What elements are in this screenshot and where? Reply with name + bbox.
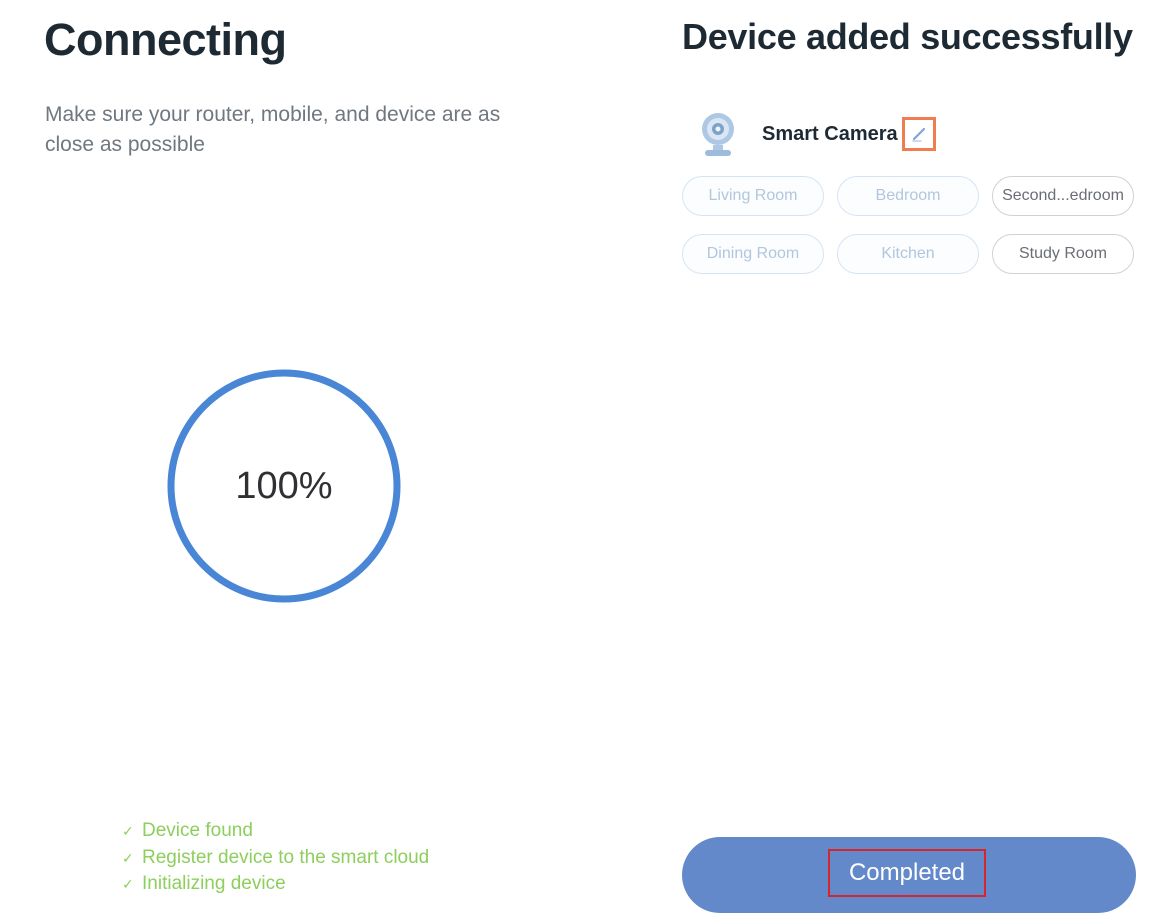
step-item: ✓ Register device to the smart cloud bbox=[122, 845, 429, 872]
step-label: Initializing device bbox=[142, 873, 286, 894]
room-chip-kitchen[interactable]: Kitchen bbox=[837, 234, 979, 274]
check-icon: ✓ bbox=[122, 823, 134, 839]
connecting-instructions: Make sure your router, mobile, and devic… bbox=[45, 103, 501, 156]
step-item: ✓ Device found bbox=[122, 818, 429, 845]
device-added-screen: Device added successfully Smart Camera L… bbox=[650, 0, 1164, 922]
connecting-title: Connecting bbox=[44, 14, 287, 65]
device-row: Smart Camera bbox=[696, 110, 936, 158]
step-label: Register device to the smart cloud bbox=[142, 846, 430, 868]
camera-icon bbox=[696, 110, 740, 158]
edit-device-name-button[interactable] bbox=[901, 117, 936, 151]
room-chip-living-room[interactable]: Living Room bbox=[682, 176, 824, 216]
room-chip-study-room[interactable]: Study Room bbox=[992, 234, 1134, 274]
check-icon: ✓ bbox=[122, 849, 134, 866]
check-icon: ✓ bbox=[122, 876, 134, 892]
device-name: Smart Camera bbox=[762, 122, 898, 145]
device-added-title: Device added successfully bbox=[682, 16, 1133, 57]
completed-button[interactable]: Completed bbox=[682, 837, 1136, 913]
progress-ring: 100% bbox=[166, 368, 402, 604]
completed-button-label: Completed bbox=[828, 849, 986, 897]
room-chip-second-bedroom[interactable]: Second...edroom bbox=[992, 176, 1134, 216]
room-chip-dining-room[interactable]: Dining Room bbox=[682, 234, 824, 274]
pencil-icon bbox=[911, 127, 925, 142]
room-chip-bedroom[interactable]: Bedroom bbox=[837, 176, 979, 216]
step-label: Device found bbox=[142, 820, 253, 841]
progress-percent: 100% bbox=[235, 465, 333, 507]
connecting-screen: Connecting Make sure your router, mobile… bbox=[0, 0, 560, 922]
step-item: ✓ Initializing device bbox=[122, 871, 429, 898]
connection-steps: ✓ Device found ✓ Register device to the sm… bbox=[122, 818, 429, 898]
